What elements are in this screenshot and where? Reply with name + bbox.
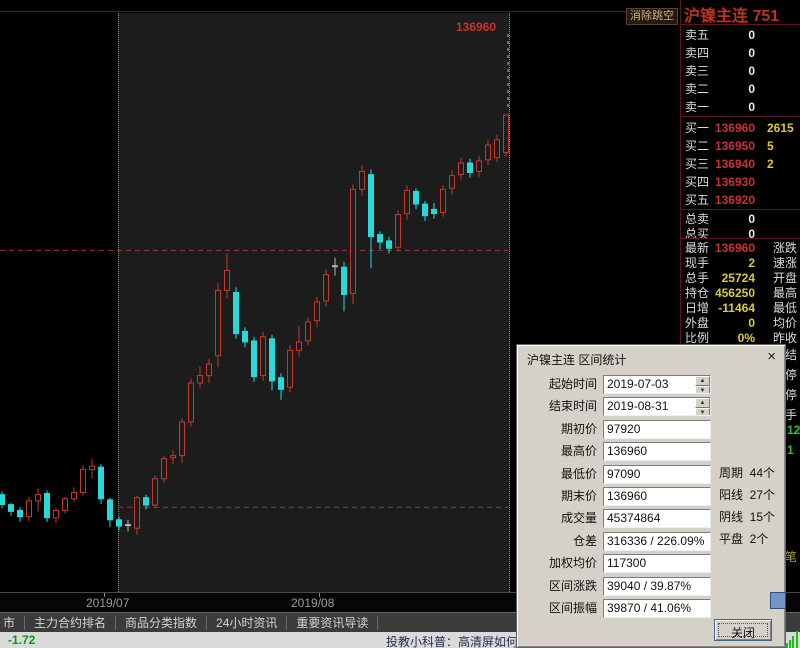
- contract-title: 沪镍主连 751: [684, 2, 779, 26]
- sell-row[interactable]: 卖二0: [681, 82, 800, 98]
- buy-row[interactable]: 买五136920: [681, 193, 800, 209]
- buy-row[interactable]: 买三1369402: [681, 157, 800, 173]
- field-label: 结束时间: [521, 397, 597, 416]
- field-input[interactable]: 117300: [603, 554, 711, 573]
- field-label: 最低价: [521, 465, 597, 484]
- stat-row: 阴线 15个: [719, 509, 775, 525]
- field-input[interactable]: 45374864: [603, 509, 711, 528]
- sell-row[interactable]: 卖三0: [681, 64, 800, 80]
- remove-gap-button[interactable]: 消除跳空: [626, 8, 678, 25]
- field-input[interactable]: 136960: [603, 442, 711, 461]
- info-row[interactable]: 持仓456250最高: [681, 286, 800, 302]
- total-row[interactable]: 总卖0: [681, 212, 800, 228]
- tab-0[interactable]: 市: [0, 616, 25, 630]
- info-row[interactable]: 最新136960涨跌: [681, 241, 800, 257]
- close-button-label: 关闭: [718, 623, 768, 637]
- info-row[interactable]: 总手25724开盘: [681, 271, 800, 287]
- field-label: 仓差: [521, 532, 597, 551]
- status-notice: 投教小科普：高清屏如何: [386, 633, 518, 648]
- stat-row: 周期 44个: [719, 465, 775, 481]
- stat-row: 阳线 27个: [719, 487, 775, 503]
- blue-grip[interactable]: [770, 592, 786, 609]
- volume-mini-bars: [786, 626, 800, 648]
- tab-3[interactable]: 24小时资讯: [207, 616, 287, 630]
- stat-row: 平盘 2个: [719, 531, 768, 547]
- field-label: 起始时间: [521, 375, 597, 394]
- axis-label-august: 2019/08: [291, 596, 334, 610]
- change-value: -1.72: [8, 633, 35, 647]
- axis-label-july: 2019/07: [86, 596, 129, 610]
- field-input[interactable]: 39870 / 41.06%: [603, 599, 711, 618]
- buy-row[interactable]: 买二1369505: [681, 139, 800, 155]
- spinner-control[interactable]: ▲▼: [695, 398, 710, 415]
- tab-4[interactable]: 重要资讯导读: [287, 616, 378, 630]
- close-icon[interactable]: ×: [767, 348, 776, 365]
- buy-row[interactable]: 买四136930: [681, 175, 800, 191]
- field-label: 最高价: [521, 442, 597, 461]
- app-window: 136960 消除跳空 沪镍主连 751 卖五0 卖四0 卖三0 卖二0 卖一0 买一13…: [0, 0, 800, 648]
- info-row[interactable]: 外盘0均价: [681, 316, 800, 332]
- interval-statistics-dialog: 沪镍主连 区间统计 × 起始时间 2019-07-03▲▼ 结束时间 2019-0…: [516, 344, 786, 648]
- close-button[interactable]: 关闭: [714, 619, 772, 641]
- field-label: 成交量: [521, 509, 597, 528]
- field-label: 区间涨跌: [521, 577, 597, 596]
- field-label: 期末价: [521, 487, 597, 506]
- field-input[interactable]: 97090: [603, 465, 711, 484]
- candlestick-chart[interactable]: [0, 0, 520, 592]
- sell-row[interactable]: 卖四0: [681, 46, 800, 62]
- dialog-title: 沪镍主连 区间统计: [527, 351, 626, 368]
- field-label: 加权均价: [521, 554, 597, 573]
- field-input[interactable]: 97920: [603, 420, 711, 439]
- info-row[interactable]: 现手2速涨: [681, 256, 800, 272]
- tab-2[interactable]: 商品分类指数: [116, 616, 207, 630]
- field-input[interactable]: 136960: [603, 487, 711, 506]
- high-price-label: 136960: [456, 20, 496, 34]
- tab-1[interactable]: 主力合约排名: [25, 616, 116, 630]
- buy-row[interactable]: 买一1369602615: [681, 121, 800, 137]
- sell-row[interactable]: 卖五0: [681, 28, 800, 44]
- field-input[interactable]: 2019-08-31▲▼: [603, 397, 711, 416]
- field-input[interactable]: 39040 / 39.87%: [603, 577, 711, 596]
- field-label: 期初价: [521, 420, 597, 439]
- field-input[interactable]: 2019-07-03▲▼: [603, 375, 711, 394]
- sell-row[interactable]: 卖一0: [681, 100, 800, 116]
- info-row[interactable]: 日增-11464最低: [681, 301, 800, 317]
- field-label: 区间振幅: [521, 599, 597, 618]
- field-input[interactable]: 316336 / 226.09%: [603, 532, 711, 551]
- spinner-control[interactable]: ▲▼: [695, 376, 710, 393]
